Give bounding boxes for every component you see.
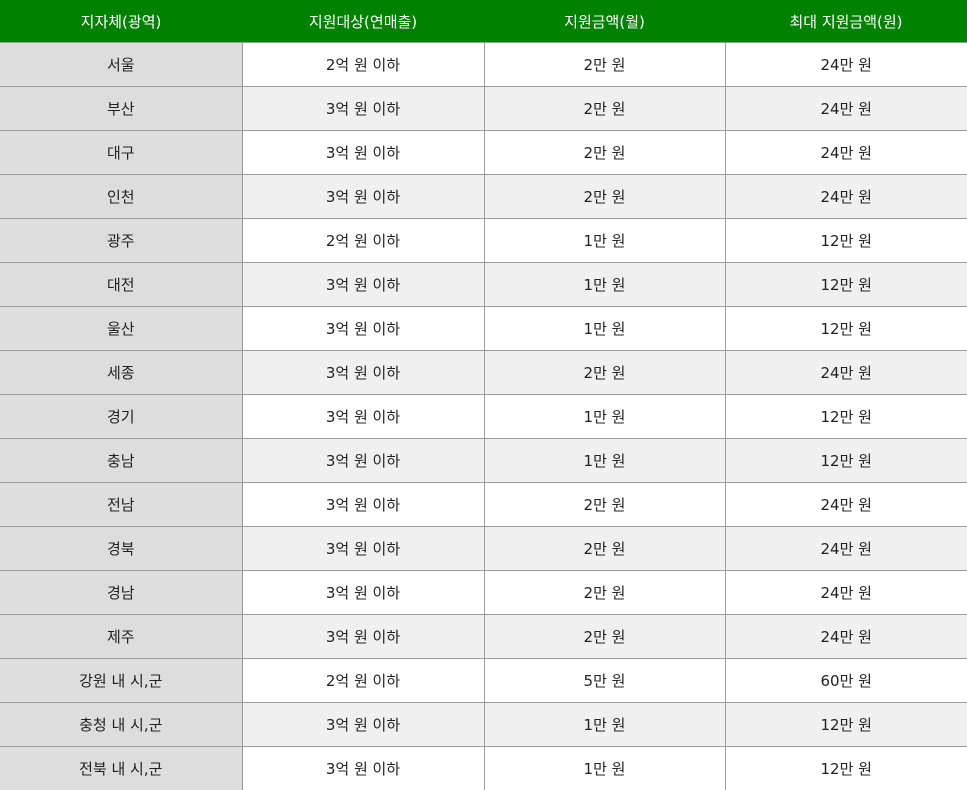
table-header: 지자체(광역) 지원대상(연매출) 지원금액(월) 최대 지원금액(원) (0, 0, 967, 43)
cell-monthly-amount: 2만 원 (484, 527, 725, 571)
cell-eligibility: 3억 원 이하 (242, 615, 484, 659)
header-region: 지자체(광역) (0, 0, 242, 43)
cell-region: 경북 (0, 527, 242, 571)
cell-max-amount: 12만 원 (725, 703, 967, 747)
cell-monthly-amount: 1만 원 (484, 395, 725, 439)
cell-max-amount: 24만 원 (725, 175, 967, 219)
cell-monthly-amount: 2만 원 (484, 351, 725, 395)
cell-max-amount: 24만 원 (725, 527, 967, 571)
cell-monthly-amount: 2만 원 (484, 131, 725, 175)
cell-eligibility: 3억 원 이하 (242, 131, 484, 175)
cell-region: 부산 (0, 87, 242, 131)
cell-max-amount: 12만 원 (725, 395, 967, 439)
cell-region: 충청 내 시,군 (0, 703, 242, 747)
cell-region: 세종 (0, 351, 242, 395)
cell-monthly-amount: 1만 원 (484, 439, 725, 483)
cell-max-amount: 24만 원 (725, 483, 967, 527)
table-row: 광주2억 원 이하1만 원12만 원 (0, 219, 967, 263)
support-amount-table: 지자체(광역) 지원대상(연매출) 지원금액(월) 최대 지원금액(원) 서울2… (0, 0, 967, 790)
cell-eligibility: 3억 원 이하 (242, 395, 484, 439)
table-row: 부산3억 원 이하2만 원24만 원 (0, 87, 967, 131)
cell-region: 대전 (0, 263, 242, 307)
cell-max-amount: 24만 원 (725, 571, 967, 615)
cell-eligibility: 3억 원 이하 (242, 703, 484, 747)
cell-monthly-amount: 1만 원 (484, 747, 725, 790)
header-monthly-amount: 지원금액(월) (484, 0, 725, 43)
table-row: 충청 내 시,군3억 원 이하1만 원12만 원 (0, 703, 967, 747)
cell-eligibility: 3억 원 이하 (242, 571, 484, 615)
cell-max-amount: 24만 원 (725, 43, 967, 87)
table-row: 충남3억 원 이하1만 원12만 원 (0, 439, 967, 483)
cell-region: 전북 내 시,군 (0, 747, 242, 790)
header-max-amount: 최대 지원금액(원) (725, 0, 967, 43)
cell-max-amount: 24만 원 (725, 351, 967, 395)
cell-max-amount: 12만 원 (725, 219, 967, 263)
table-row: 경남3억 원 이하2만 원24만 원 (0, 571, 967, 615)
table-row: 강원 내 시,군2억 원 이하5만 원60만 원 (0, 659, 967, 703)
cell-region: 충남 (0, 439, 242, 483)
cell-eligibility: 2억 원 이하 (242, 219, 484, 263)
cell-region: 전남 (0, 483, 242, 527)
cell-region: 대구 (0, 131, 242, 175)
table-row: 전북 내 시,군3억 원 이하1만 원12만 원 (0, 747, 967, 790)
cell-max-amount: 24만 원 (725, 131, 967, 175)
cell-eligibility: 3억 원 이하 (242, 87, 484, 131)
table-row: 대전3억 원 이하1만 원12만 원 (0, 263, 967, 307)
table-row: 울산3억 원 이하1만 원12만 원 (0, 307, 967, 351)
cell-region: 인천 (0, 175, 242, 219)
cell-eligibility: 3억 원 이하 (242, 483, 484, 527)
cell-max-amount: 24만 원 (725, 615, 967, 659)
cell-region: 강원 내 시,군 (0, 659, 242, 703)
cell-eligibility: 2억 원 이하 (242, 43, 484, 87)
table-row: 세종3억 원 이하2만 원24만 원 (0, 351, 967, 395)
cell-eligibility: 3억 원 이하 (242, 527, 484, 571)
cell-monthly-amount: 2만 원 (484, 615, 725, 659)
cell-eligibility: 3억 원 이하 (242, 175, 484, 219)
cell-monthly-amount: 2만 원 (484, 43, 725, 87)
cell-eligibility: 3억 원 이하 (242, 439, 484, 483)
cell-max-amount: 12만 원 (725, 263, 967, 307)
table-row: 대구3억 원 이하2만 원24만 원 (0, 131, 967, 175)
cell-region: 경남 (0, 571, 242, 615)
cell-region: 제주 (0, 615, 242, 659)
cell-eligibility: 2억 원 이하 (242, 659, 484, 703)
header-row: 지자체(광역) 지원대상(연매출) 지원금액(월) 최대 지원금액(원) (0, 0, 967, 43)
cell-monthly-amount: 2만 원 (484, 87, 725, 131)
cell-region: 경기 (0, 395, 242, 439)
table-row: 인천3억 원 이하2만 원24만 원 (0, 175, 967, 219)
cell-eligibility: 3억 원 이하 (242, 307, 484, 351)
cell-monthly-amount: 1만 원 (484, 219, 725, 263)
cell-max-amount: 12만 원 (725, 307, 967, 351)
cell-eligibility: 3억 원 이하 (242, 351, 484, 395)
table-row: 서울2억 원 이하2만 원24만 원 (0, 43, 967, 87)
cell-max-amount: 24만 원 (725, 87, 967, 131)
table-row: 전남3억 원 이하2만 원24만 원 (0, 483, 967, 527)
cell-max-amount: 12만 원 (725, 439, 967, 483)
cell-monthly-amount: 5만 원 (484, 659, 725, 703)
cell-region: 서울 (0, 43, 242, 87)
cell-max-amount: 12만 원 (725, 747, 967, 790)
cell-eligibility: 3억 원 이하 (242, 747, 484, 790)
cell-monthly-amount: 1만 원 (484, 263, 725, 307)
table-body: 서울2억 원 이하2만 원24만 원부산3억 원 이하2만 원24만 원대구3억… (0, 43, 967, 790)
cell-max-amount: 60만 원 (725, 659, 967, 703)
table-row: 제주3억 원 이하2만 원24만 원 (0, 615, 967, 659)
header-eligibility: 지원대상(연매출) (242, 0, 484, 43)
cell-monthly-amount: 1만 원 (484, 703, 725, 747)
table-row: 경북3억 원 이하2만 원24만 원 (0, 527, 967, 571)
cell-region: 울산 (0, 307, 242, 351)
cell-eligibility: 3억 원 이하 (242, 263, 484, 307)
cell-monthly-amount: 2만 원 (484, 483, 725, 527)
table-row: 경기3억 원 이하1만 원12만 원 (0, 395, 967, 439)
cell-monthly-amount: 2만 원 (484, 571, 725, 615)
cell-monthly-amount: 1만 원 (484, 307, 725, 351)
cell-monthly-amount: 2만 원 (484, 175, 725, 219)
cell-region: 광주 (0, 219, 242, 263)
